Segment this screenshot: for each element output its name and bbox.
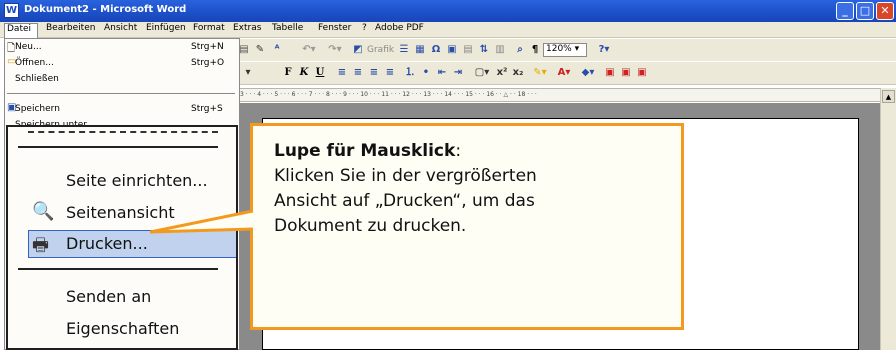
align-left-icon[interactable]: ≡: [335, 65, 349, 81]
standard-toolbar: ▤ ✎ ᴬ ↶▾ ↷▾ ◩ Grafik ☰ ▦ Ω ▣ ▤ ⇅ ▥ ⌕ ¶ 1…: [237, 39, 896, 61]
menu-tabelle[interactable]: Tabelle: [272, 23, 303, 33]
format-toolbar: ▾ F K U ≡ ≡ ≡ ≡ ⒈ • ⇤ ⇥ ▢▾ x² x₂ ✎▾ A▾ ◆…: [237, 62, 896, 85]
highlight-icon[interactable]: ✎▾: [529, 65, 551, 81]
font-color-icon[interactable]: A▾: [553, 65, 575, 81]
callout-line: Dokument zu drucken.: [274, 216, 467, 236]
menu-datei[interactable]: Datei: [4, 23, 38, 38]
align-right-icon[interactable]: ≡: [367, 65, 381, 81]
menu-item-eigenschaften[interactable]: Eigenschaften: [66, 319, 179, 338]
ruler-label: 9: [343, 91, 347, 98]
print-preview-icon: 🔍: [32, 201, 55, 222]
increase-indent-icon[interactable]: ⇥: [451, 65, 465, 81]
zoom-value: 120%: [546, 44, 572, 54]
shortcut-neu: Strg+N: [191, 42, 224, 52]
italic-button[interactable]: K: [297, 65, 311, 81]
ruler-label: 7: [308, 91, 313, 98]
zoom-select[interactable]: 120% ▾: [543, 43, 587, 57]
document-map-icon[interactable]: ▥: [493, 42, 507, 58]
spelling-icon[interactable]: ᴬ: [269, 42, 285, 58]
font-size-dropdown-icon[interactable]: ▾: [237, 65, 259, 81]
callout-title: Lupe für Mausklick:: [274, 141, 461, 161]
menu-fenster[interactable]: Fenster: [318, 23, 351, 33]
close-button[interactable]: ✕: [876, 2, 894, 20]
shortcut-speichern: Strg+S: [191, 104, 223, 114]
ruler-label: 11: [381, 91, 389, 98]
pdf-create-icon[interactable]: ▣: [603, 65, 617, 81]
menu-item-speichern[interactable]: Speichern: [15, 104, 60, 114]
cut-off-item: [28, 127, 218, 133]
title-bar: W Dokument2 - Microsoft Word _ □ ✕: [0, 0, 896, 22]
vertical-scrollbar[interactable]: ▲: [880, 88, 896, 350]
format-painter-icon[interactable]: ✎: [253, 42, 267, 58]
pdf-mail-icon[interactable]: ▣: [619, 65, 633, 81]
ruler-label: 15: [465, 91, 473, 98]
callout-line: Klicken Sie in der vergrößerten: [274, 166, 537, 186]
border-icon[interactable]: ▢▾: [471, 65, 493, 81]
bold-button[interactable]: F: [281, 65, 295, 81]
ruler[interactable]: 3 · · · 4 · · · 5 · · · 6 · · · 7 · · · …: [237, 88, 882, 102]
superscript-icon[interactable]: x²: [495, 65, 509, 81]
callout-line: Ansicht auf „Drucken“, um das: [274, 191, 535, 211]
window-title: Dokument2 - Microsoft Word: [24, 4, 187, 15]
zoom-icon[interactable]: ⌕: [513, 42, 527, 58]
sort-icon[interactable]: ⇅: [477, 42, 491, 58]
excel-table-icon[interactable]: ▤: [461, 42, 475, 58]
pilcrow-icon[interactable]: ¶: [529, 42, 541, 58]
ruler-label: 8: [325, 91, 330, 98]
menu-extras[interactable]: Extras: [233, 23, 261, 33]
ruler-label: 13: [423, 91, 431, 98]
ruler-label: 5: [274, 91, 279, 98]
callout-title-colon: :: [455, 141, 462, 161]
undo-icon[interactable]: ↶▾: [297, 42, 321, 58]
ruler-label: 16: [486, 91, 494, 98]
menu-item-drucken[interactable]: Drucken...: [66, 234, 148, 253]
ruler-label: 12: [402, 91, 410, 98]
printer-icon: 🖶: [32, 235, 49, 256]
subscript-icon[interactable]: x₂: [511, 65, 525, 81]
callout-pointer: [150, 209, 254, 234]
shortcut-oeffnen: Strg+O: [191, 58, 225, 68]
columns-icon[interactable]: ☰: [397, 42, 411, 58]
ruler-label: 3: [240, 91, 244, 98]
menu-adobe-pdf[interactable]: Adobe PDF: [375, 23, 424, 33]
pdf-review-icon[interactable]: ▣: [635, 65, 649, 81]
word-app-icon: W: [4, 3, 19, 18]
menu-einfuegen[interactable]: Einfügen: [146, 23, 186, 33]
ruler-label: 18: [517, 91, 526, 98]
styles-icon[interactable]: ◆▾: [577, 65, 599, 81]
menu-item-seite-einrichten[interactable]: Seite einrichten...: [66, 171, 208, 190]
callout-title-text: Lupe für Mausklick: [274, 141, 456, 161]
insert-table-icon[interactable]: ▣: [445, 42, 459, 58]
align-center-icon[interactable]: ≡: [351, 65, 365, 81]
scroll-up-icon[interactable]: ▲: [882, 90, 895, 103]
drawing-icon[interactable]: ◩: [351, 42, 365, 58]
menu-ansicht[interactable]: Ansicht: [104, 23, 137, 33]
symbol-icon[interactable]: Ω: [429, 42, 443, 58]
redo-icon[interactable]: ↷▾: [323, 42, 347, 58]
menu-item-senden-an[interactable]: Senden an: [66, 287, 151, 306]
ruler-label: 10: [360, 91, 368, 98]
underline-button[interactable]: U: [313, 65, 327, 81]
menu-format[interactable]: Format: [193, 23, 225, 33]
justify-icon[interactable]: ≡: [383, 65, 397, 81]
menu-separator: [18, 146, 218, 148]
bullets-icon[interactable]: •: [419, 65, 433, 81]
numbering-icon[interactable]: ⒈: [403, 65, 417, 81]
maximize-button[interactable]: □: [856, 2, 874, 20]
menu-separator: [7, 93, 235, 94]
menu-bearbeiten[interactable]: Bearbeiten: [46, 23, 95, 33]
minimize-button[interactable]: _: [836, 2, 854, 20]
ruler-label: 14: [444, 91, 452, 98]
grafik-label: Grafik: [367, 45, 395, 55]
menu-item-oeffnen[interactable]: Öffnen...: [15, 58, 54, 68]
help-icon[interactable]: ?▾: [593, 42, 615, 58]
decrease-indent-icon[interactable]: ⇤: [435, 65, 449, 81]
ruler-label: 4: [257, 91, 262, 98]
menu-help[interactable]: ?: [362, 23, 367, 33]
ruler-label: 6: [291, 91, 296, 98]
menu-bar: Datei Bearbeiten Ansicht Einfügen Format…: [0, 22, 896, 38]
table-icon[interactable]: ▦: [413, 42, 427, 58]
menu-item-neu[interactable]: Neu...: [15, 42, 42, 52]
menu-item-schliessen[interactable]: Schließen: [15, 74, 59, 84]
